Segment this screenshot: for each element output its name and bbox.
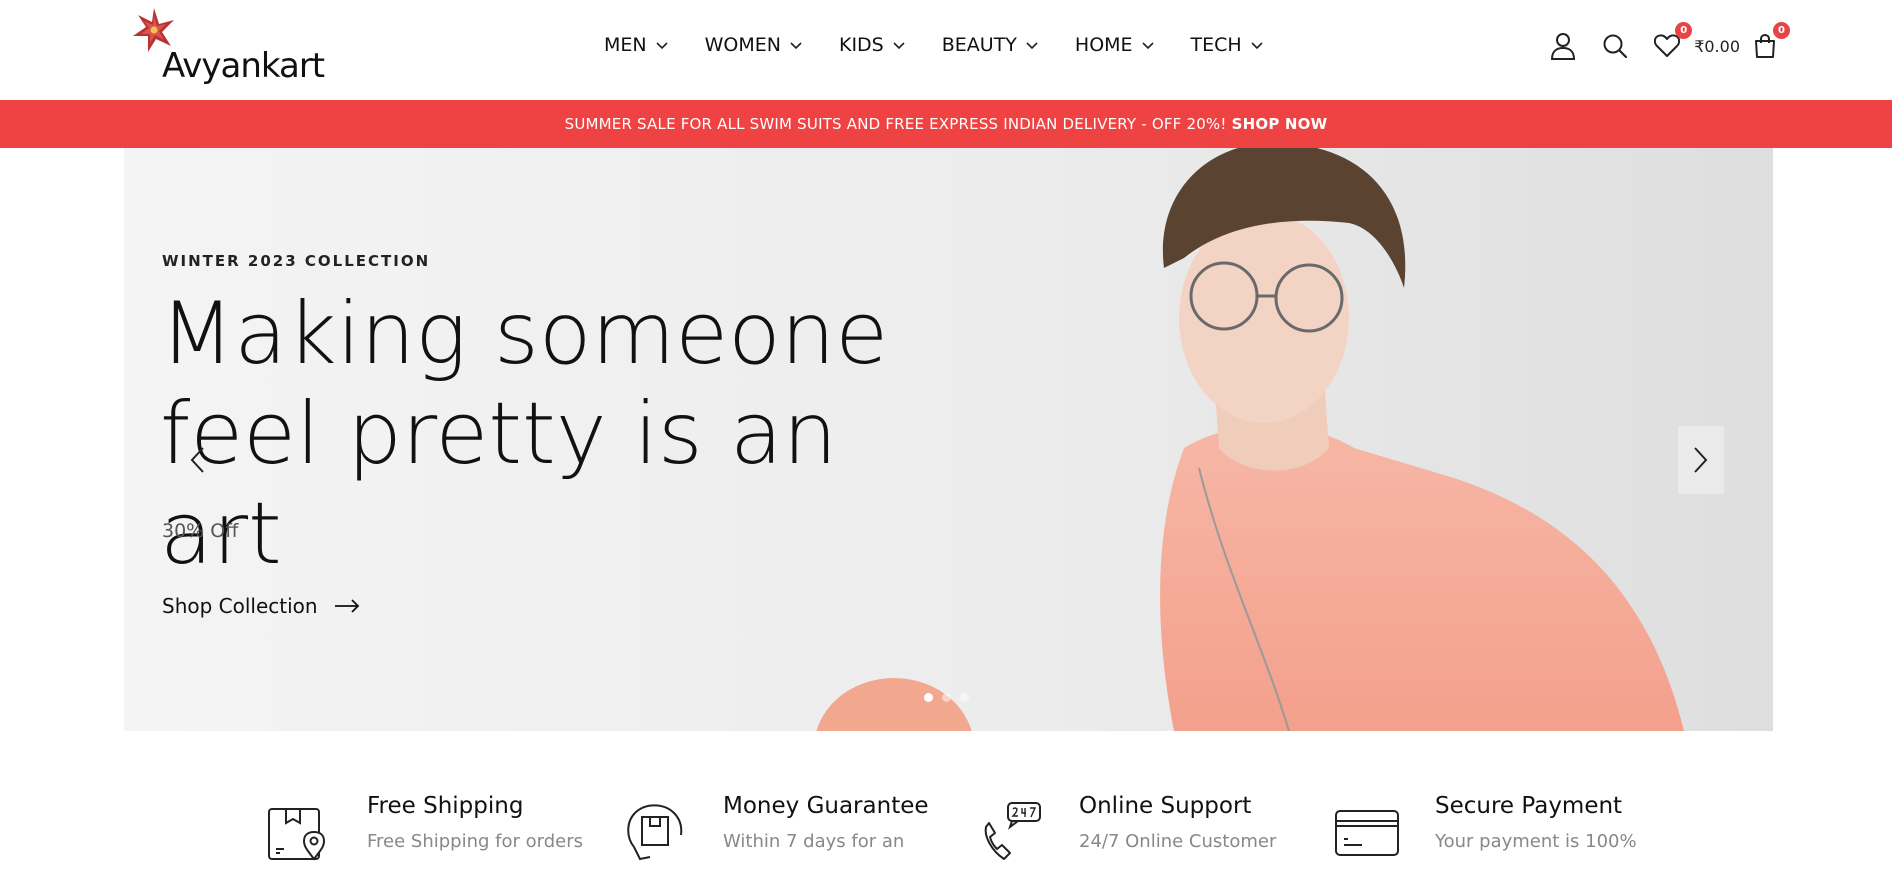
shopping-bag-icon (1755, 33, 1775, 58)
nav-item-label: WOMEN (704, 34, 781, 56)
slider-dot[interactable] (942, 693, 951, 702)
credit-card-icon (1335, 810, 1399, 856)
chevron-down-icon (656, 42, 668, 50)
account-button[interactable] (1546, 29, 1580, 63)
nav-item-men[interactable]: MEN (604, 34, 669, 56)
nav-item-label: BEAUTY (941, 34, 1017, 56)
nav-item-label: TECH (1190, 34, 1242, 56)
slider-dot[interactable] (924, 693, 933, 702)
main-nav: MEN WOMEN KIDS BEAUTY HOME TECH (604, 30, 1300, 60)
hero-title: Making someone feel pretty is an art (160, 284, 889, 584)
announcement-text: SUMMER SALE FOR ALL SWIM SUITS AND FREE … (564, 115, 1227, 133)
brand-name: Avyankart (162, 46, 325, 86)
logo[interactable]: Avyankart (130, 6, 330, 86)
chevron-left-icon (190, 447, 204, 473)
feature-desc: Free Shipping for orders (367, 831, 584, 852)
features-row: Free Shipping Free Shipping for orders M… (0, 731, 1892, 870)
hero-kicker: WINTER 2023 COLLECTION (162, 252, 431, 270)
heart-icon (1654, 34, 1681, 57)
nav-item-women[interactable]: WOMEN (705, 34, 803, 56)
feature-desc: 24/7 Online Customer (1079, 831, 1277, 852)
cart-button[interactable]: 0 (1748, 22, 1790, 63)
user-icon (1551, 33, 1576, 60)
package-location-icon (268, 808, 326, 861)
cart-count-badge: 0 (1773, 22, 1790, 39)
money-back-box-icon (627, 804, 683, 861)
feature-title: Money Guarantee (723, 793, 929, 819)
shop-collection-label: Shop Collection (162, 594, 318, 618)
nav-item-label: HOME (1074, 34, 1133, 56)
search-button[interactable] (1598, 29, 1632, 63)
shop-collection-link[interactable]: Shop Collection (162, 594, 360, 618)
search-icon (1603, 34, 1628, 59)
hero-slider: WINTER 2023 COLLECTION Making someone fe… (124, 148, 1773, 731)
chevron-right-icon (1694, 447, 1708, 473)
chevron-down-icon (1026, 42, 1038, 50)
shop-now-link[interactable]: SHOP NOW (1232, 115, 1328, 133)
slider-dot[interactable] (960, 693, 969, 702)
chevron-down-icon (893, 42, 905, 50)
chevron-down-icon (790, 42, 802, 50)
site-header: Avyankart MEN WOMEN KIDS BEAUTY HOME TEC… (0, 0, 1892, 100)
nav-item-label: KIDS (838, 34, 884, 56)
feature-title: Free Shipping (367, 793, 524, 819)
wishlist-button[interactable]: 0 (1650, 22, 1693, 63)
nav-item-label: MEN (604, 34, 647, 56)
chevron-down-icon (1251, 42, 1263, 50)
nav-item-kids[interactable]: KIDS (839, 34, 906, 56)
nav-item-tech[interactable]: TECH (1191, 34, 1264, 56)
nav-item-home[interactable]: HOME (1075, 34, 1155, 56)
feature-title: Secure Payment (1435, 793, 1623, 819)
wishlist-count-badge: 0 (1675, 22, 1693, 39)
announcement-bar: SUMMER SALE FOR ALL SWIM SUITS AND FREE … (0, 100, 1892, 148)
slider-prev-button[interactable] (174, 426, 220, 494)
feature-desc: Your payment is 100% (1435, 831, 1637, 852)
feature-desc: Within 7 days for an (723, 831, 905, 852)
header-actions: 0 ₹0.00 0 (1528, 22, 1790, 66)
slider-dots (924, 693, 978, 702)
arrow-right-icon (334, 599, 359, 613)
hero-offer: 30% Off (162, 520, 239, 542)
feature-title: Online Support (1079, 793, 1252, 819)
cart-total[interactable]: ₹0.00 (1694, 37, 1740, 56)
chevron-down-icon (1141, 42, 1154, 50)
nav-item-beauty[interactable]: BEAUTY (942, 34, 1039, 56)
slider-next-button[interactable] (1678, 426, 1724, 494)
phone-24-7-icon (984, 802, 1041, 860)
